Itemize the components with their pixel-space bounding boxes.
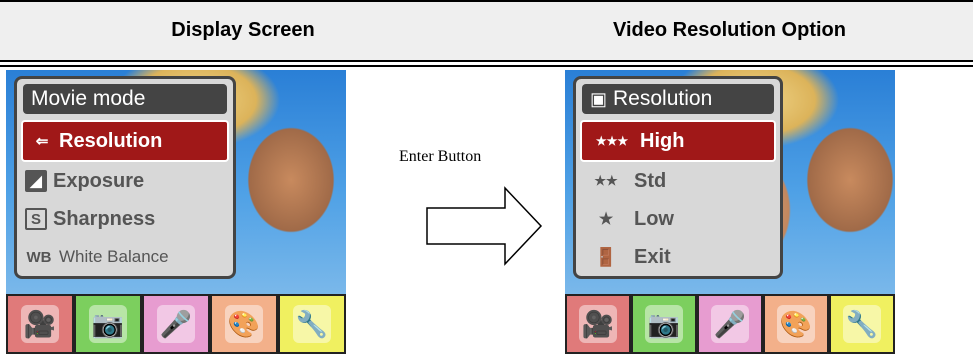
camcorder-icon: 🎥 bbox=[21, 305, 59, 343]
movie-mode-menu: Movie mode ⇐ Resolution ◢ Exposure S Sha… bbox=[14, 76, 236, 279]
menu-item-label: Low bbox=[634, 207, 674, 230]
tab-camera[interactable]: 📷 bbox=[631, 294, 697, 354]
exit-door-icon: 🚪 bbox=[594, 246, 618, 267]
tab-setup[interactable]: 🔧 bbox=[278, 294, 346, 354]
tab-camera[interactable]: 📷 bbox=[74, 294, 142, 354]
header-divider bbox=[0, 65, 973, 67]
palette-icon: 🎨 bbox=[225, 305, 263, 343]
right-arrow-icon bbox=[426, 186, 543, 266]
tab-movie[interactable]: 🎥 bbox=[6, 294, 74, 354]
display-screen-title: Display Screen bbox=[171, 19, 315, 41]
menu-item-white-balance[interactable]: WB White Balance bbox=[17, 238, 233, 276]
left-camera-screen: Movie mode ⇐ Resolution ◢ Exposure S Sha… bbox=[6, 70, 346, 354]
tools-icon: 🔧 bbox=[843, 305, 881, 343]
star-icon: ★ bbox=[598, 211, 614, 228]
menu-item-label: High bbox=[640, 129, 685, 152]
menu-item-low[interactable]: ★ Low bbox=[576, 200, 780, 238]
camera-icon: 📷 bbox=[89, 305, 127, 343]
menu-item-high[interactable]: ★★★ High bbox=[580, 120, 776, 162]
sharpness-icon: S bbox=[25, 208, 47, 230]
camcorder-icon: 🎥 bbox=[579, 305, 617, 343]
white-balance-icon: WB bbox=[26, 248, 52, 266]
microphone-icon: 🎤 bbox=[711, 305, 749, 343]
microphone-icon: 🎤 bbox=[157, 305, 195, 343]
menu-item-label: Sharpness bbox=[53, 207, 156, 230]
tab-setup[interactable]: 🔧 bbox=[829, 294, 895, 354]
menu-item-std[interactable]: ★★ Std bbox=[576, 162, 780, 200]
menu-item-label: Resolution bbox=[59, 129, 163, 152]
resolution-icon: ⇐ bbox=[35, 133, 49, 150]
menu-item-label: Std bbox=[634, 169, 667, 192]
menu-item-resolution[interactable]: ⇐ Resolution bbox=[21, 120, 229, 162]
right-camera-screen: ▣ Resolution ★★★ High ★★ Std ★ Low 🚪 Exi… bbox=[565, 70, 895, 354]
enter-button-label: Enter Button bbox=[399, 148, 482, 165]
tab-audio[interactable]: 🎤 bbox=[142, 294, 210, 354]
tab-movie[interactable]: 🎥 bbox=[565, 294, 631, 354]
tab-effects[interactable]: 🎨 bbox=[210, 294, 278, 354]
tab-effects[interactable]: 🎨 bbox=[763, 294, 829, 354]
menu-title: Movie mode bbox=[23, 84, 227, 114]
resolution-menu: ▣ Resolution ★★★ High ★★ Std ★ Low 🚪 Exi… bbox=[573, 76, 783, 279]
camera-icon: 📷 bbox=[645, 305, 683, 343]
three-stars-icon: ★★★ bbox=[595, 134, 629, 148]
two-stars-icon: ★★ bbox=[594, 173, 618, 188]
menu-item-label: Exposure bbox=[53, 169, 145, 192]
menu-title: ▣ Resolution bbox=[582, 84, 774, 114]
mode-tab-bar: 🎥 📷 🎤 🎨 🔧 bbox=[6, 294, 346, 354]
mode-tab-bar: 🎥 📷 🎤 🎨 🔧 bbox=[565, 294, 895, 354]
menu-title-text: Resolution bbox=[613, 87, 713, 110]
header-band: Display Screen Video Resolution Option bbox=[0, 0, 973, 62]
camcorder-small-icon: ▣ bbox=[590, 88, 608, 109]
tools-icon: 🔧 bbox=[293, 305, 331, 343]
menu-item-exposure[interactable]: ◢ Exposure bbox=[17, 162, 233, 200]
menu-item-exit[interactable]: 🚪 Exit bbox=[576, 238, 780, 276]
tab-audio[interactable]: 🎤 bbox=[697, 294, 763, 354]
menu-item-sharpness[interactable]: S Sharpness bbox=[17, 200, 233, 238]
video-resolution-title: Video Resolution Option bbox=[613, 19, 846, 41]
exposure-icon: ◢ bbox=[25, 170, 47, 192]
menu-item-label: White Balance bbox=[59, 247, 169, 266]
menu-item-label: Exit bbox=[634, 245, 671, 268]
palette-icon: 🎨 bbox=[777, 305, 815, 343]
